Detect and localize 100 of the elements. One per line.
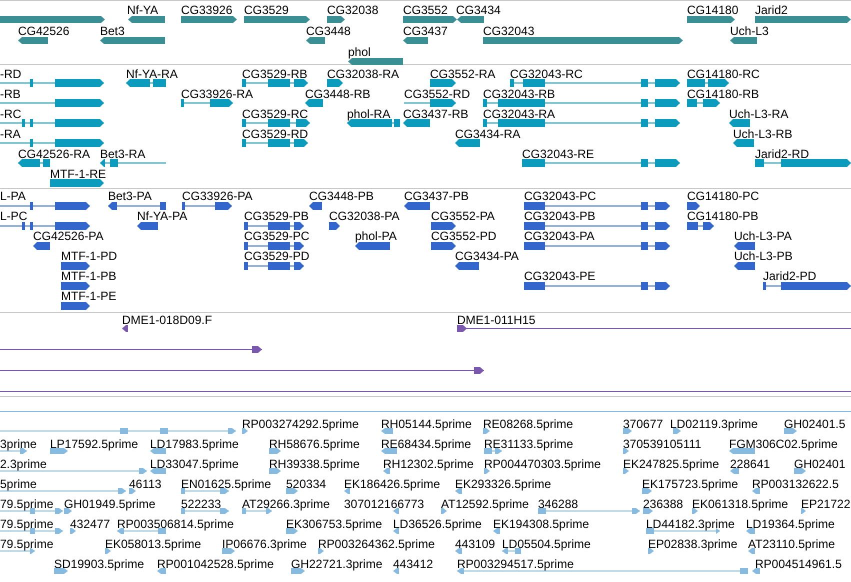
- feature-label: LD19364.5prime: [746, 517, 835, 531]
- feature-label: 432477: [70, 517, 110, 531]
- feature-label: AT29266.3prime: [242, 497, 330, 511]
- feature-label: RP003264362.5prime: [318, 537, 435, 551]
- feature-label: Uch-L3-RB: [733, 127, 792, 141]
- feature-label: L-PC: [0, 209, 28, 223]
- feature-label: phol-RA: [347, 107, 390, 121]
- feature-label: MTF-1-RE: [50, 167, 106, 181]
- feature-label: CG3529-PB: [244, 209, 309, 223]
- feature-label: EK293326.5prime: [455, 477, 552, 491]
- feature-label: 79.5prime: [0, 537, 54, 551]
- feature-label: CG3552: [403, 3, 448, 17]
- feature-label: Nf-YA-RA: [126, 67, 178, 81]
- feature-label: Jarid2-RD: [755, 147, 810, 161]
- feature-label: CG3448: [306, 24, 351, 38]
- feature-label: EK186426.5prime: [344, 477, 440, 491]
- feature-label: FGM306C02.5prime: [729, 437, 838, 451]
- feature-label: MTF-1-PB: [61, 269, 116, 283]
- feature-label: CG3434-PA: [455, 249, 519, 263]
- feature-label: RE31133.5prime: [484, 437, 574, 451]
- feature-label: AT12592.5prime: [441, 497, 529, 511]
- feature-label: Bet3-PA: [108, 189, 152, 203]
- feature-label: CG32038-RA: [327, 67, 400, 81]
- feature-label: Uch-L3-PA: [734, 229, 792, 243]
- feature-label: GH22721.3prime: [291, 557, 382, 571]
- feature-label: CG42526-PA: [33, 229, 104, 243]
- feature-label: 79.5prime: [0, 497, 54, 511]
- feature-label: CG3552-RA: [430, 67, 496, 81]
- feature-label: Nf-YA-PA: [137, 209, 188, 223]
- feature-label: 228641: [730, 457, 770, 471]
- feature-label: 236388: [643, 497, 684, 511]
- feature-label: CG3448-PB: [309, 189, 374, 203]
- feature-label: CG32043: [483, 24, 534, 38]
- feature-label: CG32043-RB: [483, 87, 556, 101]
- feature-label: Nf-YA: [127, 3, 158, 17]
- feature-label: 522233: [181, 497, 222, 511]
- feature-label: DME1-011H15: [457, 313, 536, 327]
- feature-label: CG33926-PA: [182, 189, 252, 203]
- feature-label: RH39338.5prime: [269, 457, 360, 471]
- feature-label: EK247825.5prime: [623, 457, 720, 471]
- feature-label: -RC: [0, 107, 22, 121]
- feature-label: EK194308.5prime: [493, 517, 590, 531]
- feature-label: EN01625.5prime: [181, 477, 272, 491]
- feature-label: CG32043-PE: [524, 269, 596, 283]
- feature-label: CG32043-RC: [510, 67, 583, 81]
- feature-label: 3prime: [0, 437, 37, 451]
- feature-label: phol-PA: [355, 229, 397, 243]
- feature-label: DME1-018D09.F: [122, 313, 212, 327]
- feature-label: RP003132622.5: [752, 477, 839, 491]
- feature-label: LD33047.5prime: [150, 457, 239, 471]
- feature-label: Uch-L3-PB: [734, 249, 793, 263]
- feature-label: CG42526-RA: [18, 147, 90, 161]
- feature-label: CG3434-RA: [455, 127, 520, 141]
- feature-label: CG33926-RA: [181, 87, 254, 101]
- feature-label: EK061318.5prime: [692, 497, 788, 511]
- feature-label: EP21722: [801, 497, 850, 511]
- feature-label: 46113: [129, 477, 162, 491]
- feature-label: CG3437-PB: [404, 189, 469, 203]
- feature-label: 79.5prime: [0, 517, 54, 531]
- feature-label: RP003506814.5prime: [117, 517, 234, 531]
- feature-label: 443109: [455, 537, 496, 551]
- feature-label: CG3552-PA: [431, 209, 495, 223]
- feature-label: LD36526.5prime: [393, 517, 482, 531]
- feature-label: 443412: [393, 557, 434, 571]
- feature-label: CG3437-RB: [403, 107, 468, 121]
- feature-label: EP02838.3prime: [648, 537, 738, 551]
- feature-label: SD19903.5prime: [54, 557, 144, 571]
- feature-label: RH58676.5prime: [269, 437, 360, 451]
- feature-label: RH12302.5prime: [383, 457, 474, 471]
- feature-label: CG33926: [181, 3, 232, 17]
- feature-label: CG14180-PC: [687, 189, 760, 203]
- feature-label: CG3552-PD: [431, 229, 496, 243]
- feature-label: RH05144.5prime: [381, 417, 472, 431]
- feature-label: LD05504.5prime: [502, 537, 591, 551]
- feature-label: L-PA: [0, 189, 26, 203]
- feature-label: -RD: [0, 67, 22, 81]
- feature-label: IP06676.3prime: [222, 537, 307, 551]
- feature-label: CG32038-PA: [329, 209, 400, 223]
- feature-label: CG3434: [456, 3, 501, 17]
- feature-label: GH02401: [794, 457, 846, 471]
- feature-label: 370539105111: [623, 437, 702, 451]
- feature-label: EK175723.5prime: [642, 477, 738, 491]
- feature-label: LD44182.3prime: [646, 517, 735, 531]
- feature-label: GH02401.5: [784, 417, 846, 431]
- feature-label: AT23110.5prime: [748, 537, 835, 551]
- feature-label: RP001042528.5prime: [157, 557, 274, 571]
- feature-label: CG3529-RC: [242, 107, 308, 121]
- feature-label: CG14180-RB: [687, 87, 760, 101]
- feature-label: CG3437: [403, 24, 448, 38]
- feature-label: Jarid2: [755, 3, 788, 17]
- feature-label: RP003274292.5prime: [242, 417, 359, 431]
- feature-label: MTF-1-PE: [61, 289, 116, 303]
- feature-label: Bet3: [100, 24, 125, 38]
- feature-label: CG14180-RC: [687, 67, 760, 81]
- feature-label: MTF-1-PD: [61, 249, 117, 263]
- feature-label: CG32043-RE: [522, 147, 594, 161]
- feature-label: GH01949.5prime: [64, 497, 156, 511]
- feature-label: LD17983.5prime: [150, 437, 239, 451]
- feature-label: RP004514961.5: [755, 557, 842, 571]
- feature-label: 2.3prime: [0, 457, 47, 471]
